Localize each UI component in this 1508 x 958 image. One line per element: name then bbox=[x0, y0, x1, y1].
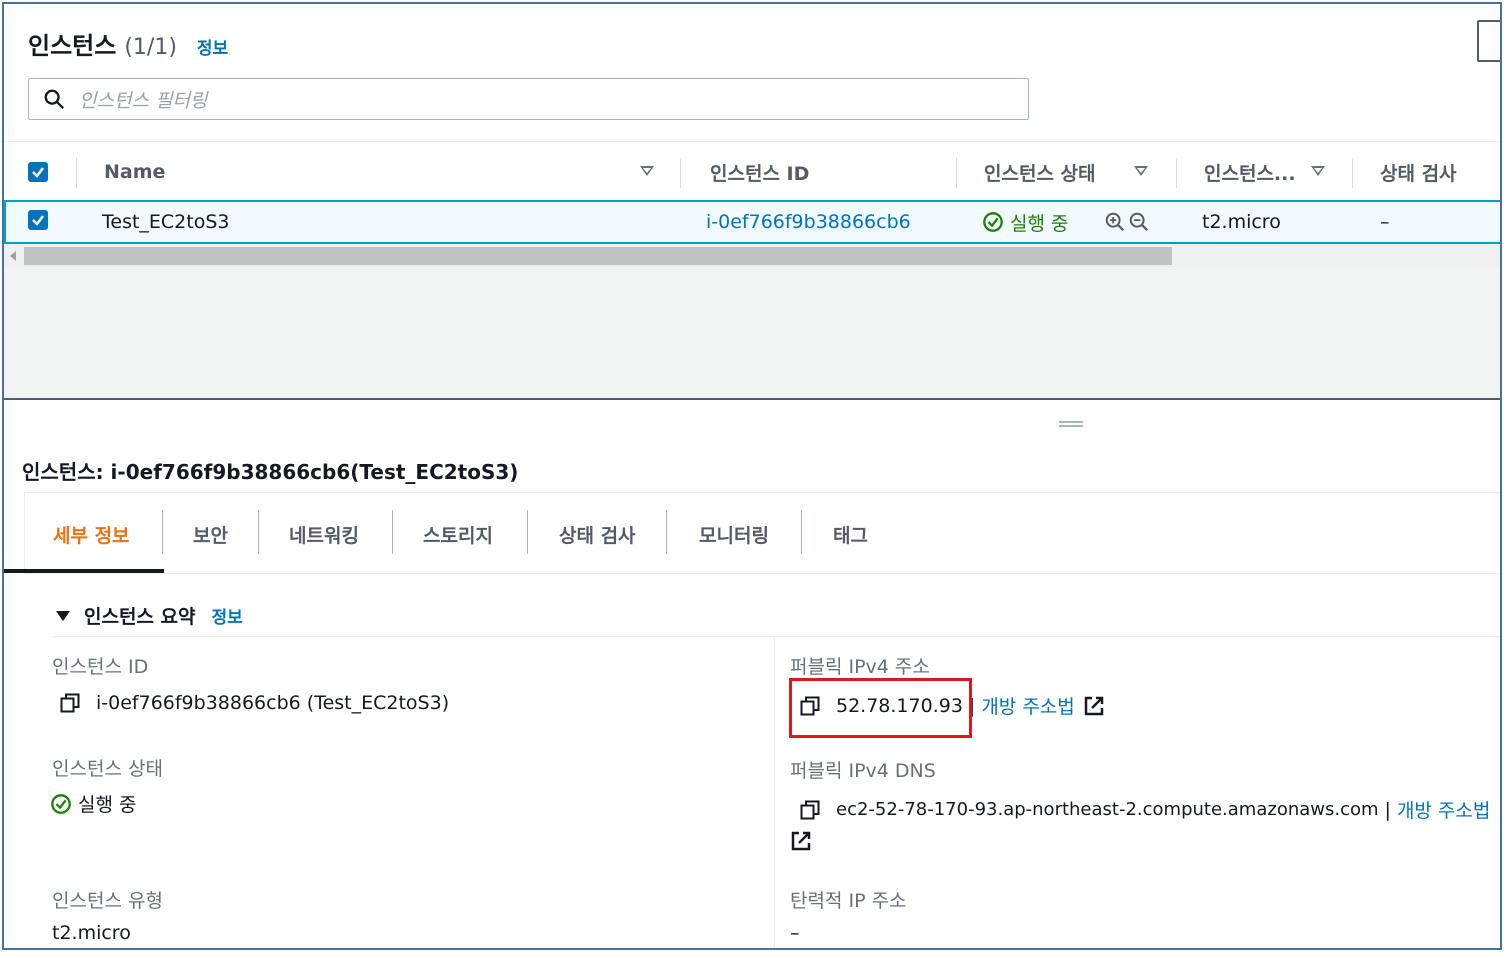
instance-type-value: t2.micro bbox=[52, 922, 131, 944]
scrollbar-thumb[interactable] bbox=[24, 247, 1172, 265]
tab-security[interactable]: 보안 bbox=[193, 493, 228, 575]
summary-divider bbox=[52, 636, 1500, 637]
column-divider bbox=[1176, 158, 1177, 188]
tab-divider bbox=[258, 510, 259, 554]
search-input[interactable]: 인스턴스 필터링 bbox=[28, 78, 1029, 120]
instance-count: (1/1) bbox=[124, 35, 177, 60]
column-divider bbox=[76, 158, 77, 188]
tab-monitoring[interactable]: 모니터링 bbox=[699, 493, 769, 575]
tab-divider bbox=[666, 510, 667, 554]
column-header-status-check[interactable]: 상태 검사 bbox=[1380, 144, 1457, 200]
external-link-icon[interactable] bbox=[790, 830, 812, 852]
tab-storage[interactable]: 스토리지 bbox=[423, 493, 493, 575]
public-dns-value: ec2-52-78-170-93.ap-northeast-2.compute.… bbox=[800, 796, 1490, 823]
info-link[interactable]: 정보 bbox=[197, 34, 228, 59]
caret-down-icon[interactable] bbox=[56, 610, 70, 621]
instances-header: 인스턴스 (1/1) 정보 bbox=[28, 26, 228, 61]
column-divider bbox=[680, 158, 681, 188]
instance-id-value: i-0ef766f9b38866cb6 (Test_EC2toS3) bbox=[60, 692, 449, 714]
summary-info-link[interactable]: 정보 bbox=[212, 603, 243, 628]
instance-type-label: 인스턴스 유형 bbox=[52, 890, 163, 912]
row-instance-id-link[interactable]: i-0ef766f9b38866cb6 bbox=[706, 202, 911, 242]
tab-status-checks[interactable]: 상태 검사 bbox=[559, 493, 636, 575]
check-circle-icon bbox=[51, 793, 71, 814]
instance-state-text: 실행 중 bbox=[78, 794, 137, 816]
public-dns-text: ec2-52-78-170-93.ap-northeast-2.compute.… bbox=[836, 799, 1379, 820]
instance-id-text: i-0ef766f9b38866cb6 (Test_EC2toS3) bbox=[96, 692, 450, 714]
tab-divider bbox=[527, 510, 528, 554]
tab-divider bbox=[162, 510, 163, 554]
horizontal-scrollbar[interactable] bbox=[4, 245, 1500, 267]
tab-tags[interactable]: 태그 bbox=[833, 493, 868, 575]
column-header-instance-state[interactable]: 인스턴스 상태 bbox=[984, 144, 1096, 200]
summary-title: 인스턴스 요약 bbox=[84, 606, 196, 628]
public-ipv4-label: 퍼블릭 IPv4 주소 bbox=[790, 656, 930, 678]
zoom-out-icon[interactable] bbox=[1128, 211, 1150, 233]
copy-icon[interactable] bbox=[800, 800, 820, 820]
check-circle-icon bbox=[983, 212, 1003, 232]
table-row[interactable]: Test_EC2toS3 i-0ef766f9b38866cb6 실행 중 t2… bbox=[4, 200, 1500, 244]
row-status-check: – bbox=[1380, 211, 1390, 233]
table-divider bbox=[4, 141, 1500, 142]
row-zoom-controls bbox=[1104, 202, 1150, 242]
search-placeholder: 인스턴스 필터링 bbox=[79, 89, 208, 112]
sort-down-icon[interactable] bbox=[1311, 166, 1325, 176]
column-header-instance-id[interactable]: 인스턴스 ID bbox=[710, 144, 809, 200]
instance-state-value: 실행 중 bbox=[50, 790, 136, 817]
scroll-left-icon[interactable] bbox=[10, 251, 16, 261]
refresh-button[interactable] bbox=[1477, 20, 1500, 62]
column-divider bbox=[1352, 158, 1353, 188]
drag-handle-icon[interactable] bbox=[1059, 421, 1083, 427]
tab-details[interactable]: 세부 정보 bbox=[53, 493, 130, 575]
row-name: Test_EC2toS3 bbox=[102, 211, 230, 233]
copy-icon[interactable] bbox=[60, 693, 80, 713]
search-icon bbox=[44, 89, 64, 109]
select-all-checkbox[interactable] bbox=[28, 162, 48, 182]
table-header: Name 인스턴스 ID 인스턴스 상태 인스턴스... 상태 검사 bbox=[4, 144, 1500, 200]
public-dns-separator: | bbox=[1384, 798, 1391, 821]
running-status-text: 실행 중 bbox=[1010, 212, 1069, 235]
detail-title: 인스턴스: i-0ef766f9b38866cb6(Test_EC2toS3) bbox=[22, 460, 519, 484]
checkbox-checked-icon bbox=[32, 215, 44, 226]
public-dns-label: 퍼블릭 IPv4 DNS bbox=[790, 760, 936, 782]
elastic-ip-value: – bbox=[790, 922, 800, 944]
column-divider bbox=[956, 158, 957, 188]
running-status: 실행 중 bbox=[982, 209, 1068, 236]
ec2-console-frame: 인스턴스 (1/1) 정보 인스턴스 필터링 Name 인스턴스 ID 인스턴스… bbox=[2, 2, 1502, 950]
highlight-box bbox=[789, 678, 972, 738]
instance-state-label: 인스턴스 상태 bbox=[52, 758, 163, 780]
table-empty-area bbox=[4, 267, 1500, 398]
open-address-link[interactable]: 개방 주소법 bbox=[981, 692, 1074, 719]
zoom-in-icon[interactable] bbox=[1104, 211, 1126, 233]
row-instance-type: t2.micro bbox=[1202, 211, 1281, 233]
checkbox-checked-icon bbox=[32, 167, 44, 178]
page-title: 인스턴스 bbox=[28, 32, 117, 60]
sort-down-icon[interactable] bbox=[640, 166, 654, 176]
instance-id-label: 인스턴스 ID bbox=[52, 656, 149, 678]
detail-tabs: 세부 정보 보안 네트워킹 스토리지 상태 검사 모니터링 태그 bbox=[24, 492, 1500, 574]
tab-networking[interactable]: 네트워킹 bbox=[289, 493, 359, 575]
column-header-instance-type[interactable]: 인스턴스... bbox=[1204, 144, 1296, 200]
tab-divider bbox=[801, 510, 802, 554]
external-link-icon[interactable] bbox=[1083, 695, 1105, 717]
summary-header[interactable]: 인스턴스 요약 정보 bbox=[56, 602, 243, 629]
instances-panel: 인스턴스 (1/1) 정보 인스턴스 필터링 Name 인스턴스 ID 인스턴스… bbox=[4, 4, 1500, 398]
panel-splitter[interactable] bbox=[4, 398, 1500, 400]
column-header-name[interactable]: Name bbox=[104, 144, 165, 200]
open-address-link[interactable]: 개방 주소법 bbox=[1397, 796, 1490, 823]
row-checkbox[interactable] bbox=[28, 210, 48, 230]
row-instance-state: 실행 중 bbox=[982, 202, 1068, 242]
elastic-ip-label: 탄력적 IP 주소 bbox=[790, 890, 907, 912]
tab-divider bbox=[392, 510, 393, 554]
active-tab-indicator bbox=[4, 569, 164, 573]
sort-down-icon[interactable] bbox=[1134, 166, 1148, 176]
column-divider bbox=[774, 637, 775, 948]
